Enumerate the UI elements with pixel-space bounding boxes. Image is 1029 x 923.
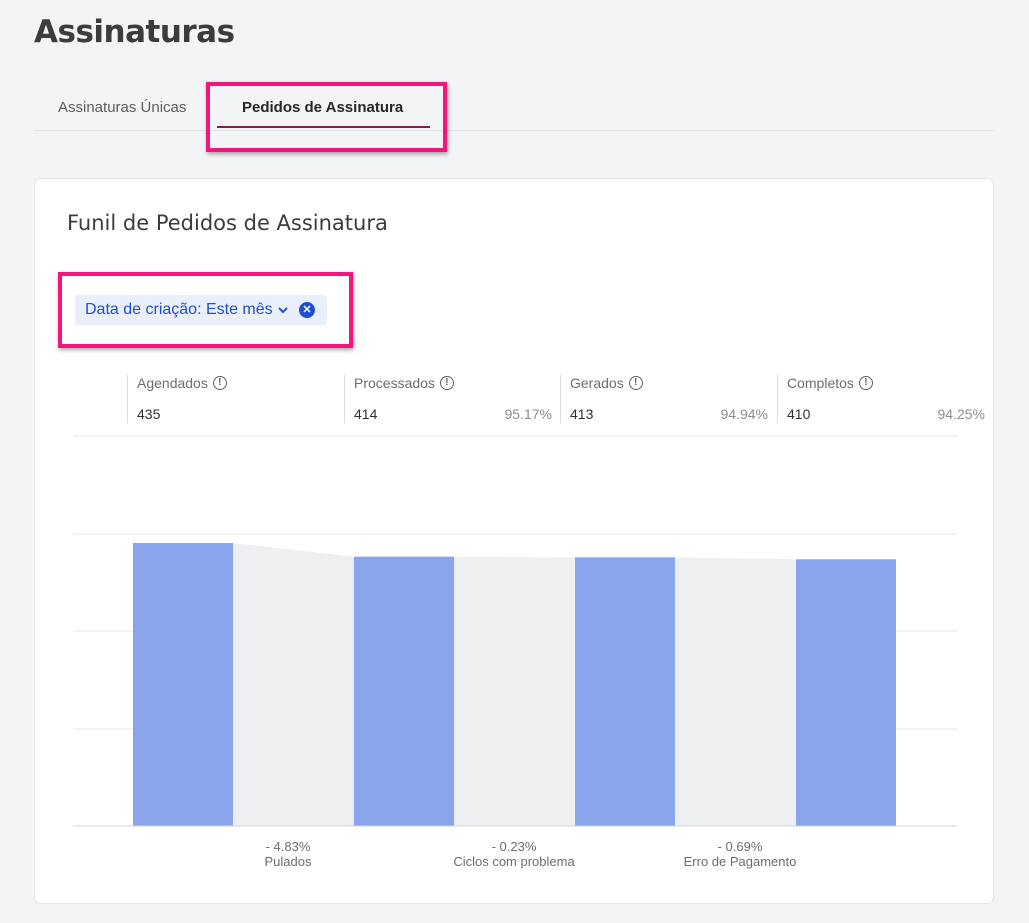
drop-label-2: - 0.23% Ciclos com problema <box>414 839 614 869</box>
highlight-box-filter <box>58 272 353 348</box>
funnel-bar-agendados <box>133 543 233 826</box>
drop-name: Pulados <box>264 854 312 869</box>
drop-pct: - 4.83% <box>265 839 311 854</box>
tab-bar: Assinaturas Únicas Pedidos de Assinatura <box>34 88 994 131</box>
drop-name: Ciclos com problema <box>453 854 575 869</box>
funnel-bar-gerados <box>575 557 675 826</box>
drop-label-1: - 4.83% Pulados <box>188 839 388 869</box>
highlight-box-tab <box>206 82 447 152</box>
funnel-bridge <box>675 557 796 826</box>
drop-pct: - 0.23% <box>491 839 537 854</box>
funnel-bridge <box>454 556 575 826</box>
page-title: Assinaturas <box>34 14 235 50</box>
tab-assinaturas-unicas[interactable]: Assinaturas Únicas <box>58 99 186 116</box>
funnel-bar-processados <box>354 556 454 826</box>
drop-label-3: - 0.69% Erro de Pagamento <box>640 839 840 869</box>
funnel-bridge <box>233 543 354 826</box>
funnel-bar-completos <box>796 559 896 826</box>
drop-pct: - 0.69% <box>717 839 763 854</box>
drop-name: Erro de Pagamento <box>683 854 797 869</box>
